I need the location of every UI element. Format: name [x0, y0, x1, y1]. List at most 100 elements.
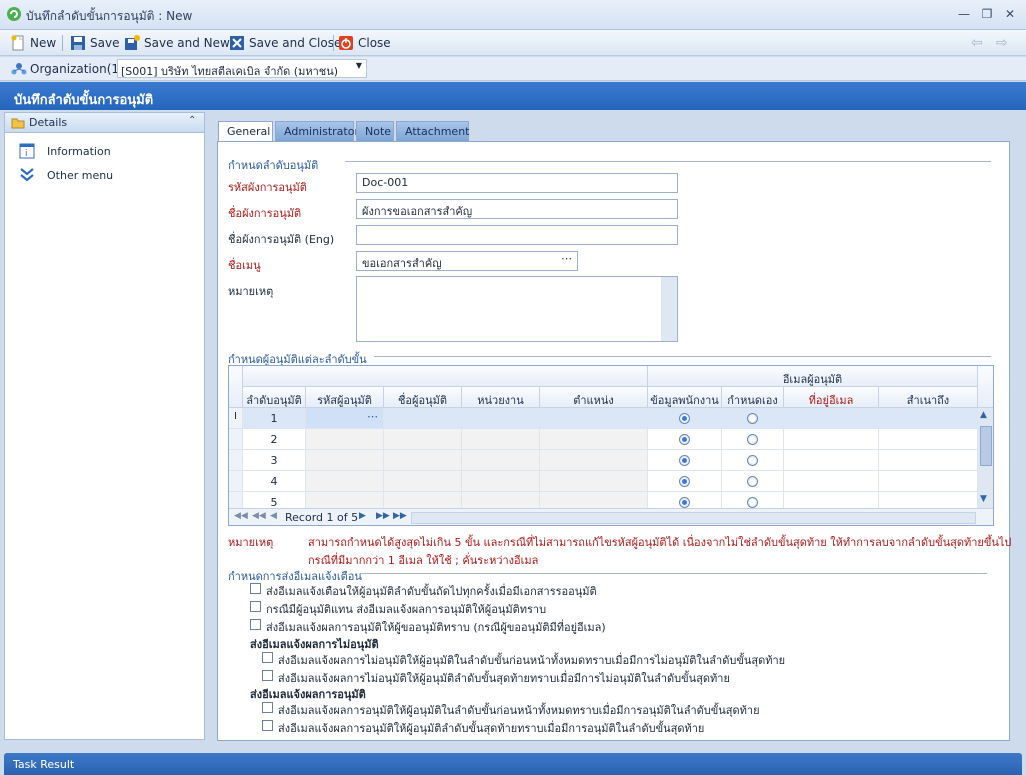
scroll-thumb[interactable] [980, 426, 992, 466]
tab-attachment[interactable]: Attachment [396, 121, 470, 141]
sidebar-item-information[interactable]: i Information [19, 142, 111, 160]
cell-approver-name[interactable] [384, 471, 462, 492]
last-record-icon[interactable]: ▶▶ [393, 511, 407, 521]
cell-email-address[interactable] [784, 450, 879, 471]
row-indicator[interactable] [229, 450, 243, 471]
close-window-icon[interactable]: ✕ [1001, 5, 1019, 23]
new-button[interactable]: New [10, 34, 56, 52]
ellipsis-icon[interactable]: ⋯ [367, 410, 378, 423]
col-header-custom[interactable]: กำหนดเอง [722, 387, 784, 408]
cell-approver-code[interactable] [306, 471, 384, 492]
cell-custom-radio[interactable] [722, 450, 784, 471]
radio-employee-data[interactable] [679, 497, 690, 508]
cell-email-address[interactable] [784, 471, 879, 492]
remark-scrollbar[interactable] [661, 277, 677, 341]
remark-textarea[interactable] [356, 276, 678, 342]
cell-cc[interactable] [879, 408, 978, 429]
cell-approver-name[interactable] [384, 450, 462, 471]
cell-position[interactable] [540, 408, 648, 429]
approve2-checkbox[interactable] [262, 720, 273, 731]
col-header-department[interactable]: หน่วยงาน [462, 387, 540, 408]
grid-horizontal-scrollbar[interactable] [411, 512, 976, 524]
cell-order[interactable]: 4 [243, 471, 306, 492]
cell-approver-code[interactable] [306, 429, 384, 450]
reject1-checkbox[interactable] [262, 652, 273, 663]
tab-administrator[interactable]: Administrator [275, 121, 359, 141]
cell-email-address[interactable] [784, 429, 879, 450]
back-arrow-icon[interactable]: ⇦ [971, 34, 983, 52]
sidebar-header[interactable]: Details ⌃ [5, 113, 204, 133]
cell-employee-data-radio[interactable] [648, 429, 722, 450]
save-button[interactable]: Save [70, 34, 119, 52]
radio-custom[interactable] [747, 476, 758, 487]
cell-department[interactable] [462, 429, 540, 450]
minimize-icon[interactable]: — [955, 5, 973, 23]
cell-employee-data-radio[interactable] [648, 408, 722, 429]
close-button[interactable]: Close [338, 34, 391, 52]
radio-employee-data[interactable] [679, 476, 690, 487]
grid-vertical-scrollbar[interactable]: ▲ ▼ [978, 408, 993, 508]
row-indicator[interactable]: I [229, 408, 243, 429]
task-result-bar[interactable]: Task Result [4, 753, 1022, 775]
scroll-up-icon[interactable]: ▲ [980, 410, 987, 420]
cell-order[interactable]: 1 [243, 408, 306, 429]
save-and-new-button[interactable]: Save and New [124, 34, 230, 52]
cell-approver-name[interactable] [384, 429, 462, 450]
cell-employee-data-radio[interactable] [648, 471, 722, 492]
col-header-approver-name[interactable]: ชื่อผู้อนุมัติ [384, 387, 462, 408]
cell-custom-radio[interactable] [722, 429, 784, 450]
cell-cc[interactable] [879, 450, 978, 471]
col-header-cc[interactable]: สำเนาถึง [879, 387, 978, 408]
cell-position[interactable] [540, 429, 648, 450]
forward-arrow-icon[interactable]: ⇨ [996, 34, 1008, 52]
email-opt2-checkbox[interactable] [250, 601, 261, 612]
radio-custom[interactable] [747, 497, 758, 508]
cell-approver-code[interactable] [306, 450, 384, 471]
col-header-employee-data[interactable]: ข้อมูลพนักงาน [648, 387, 722, 408]
scroll-down-icon[interactable]: ▼ [980, 494, 987, 504]
cell-custom-radio[interactable] [722, 471, 784, 492]
cell-cc[interactable] [879, 429, 978, 450]
name-eng-input[interactable] [356, 225, 678, 245]
name-input[interactable]: ผังการขอเอกสารสำคัญ [356, 199, 678, 219]
cell-department[interactable] [462, 471, 540, 492]
col-header-order[interactable]: ลำดับอนุมัติ [243, 387, 306, 408]
cell-cc[interactable] [879, 471, 978, 492]
col-header-position[interactable]: ตำแหน่ง [540, 387, 648, 408]
sidebar-item-other-menu[interactable]: Other menu [19, 166, 113, 184]
cell-position[interactable] [540, 471, 648, 492]
col-header-email-address[interactable]: ที่อยู่อีเมล [784, 387, 879, 408]
next-record-icon[interactable]: ▶ [359, 511, 366, 521]
cell-email-address[interactable] [784, 408, 879, 429]
collapse-icon[interactable]: ⌃ [188, 115, 196, 126]
ellipsis-icon[interactable]: ⋯ [561, 252, 572, 265]
radio-employee-data[interactable] [679, 434, 690, 445]
first-record-icon[interactable]: ◀◀ [234, 511, 248, 521]
radio-custom[interactable] [747, 455, 758, 466]
restore-icon[interactable]: ❐ [978, 5, 996, 23]
radio-employee-data[interactable] [679, 455, 690, 466]
tab-note[interactable]: Note [356, 121, 394, 141]
approve1-checkbox[interactable] [262, 702, 273, 713]
prev-record-icon[interactable]: ◀ [270, 511, 277, 521]
cell-order[interactable]: 2 [243, 429, 306, 450]
row-indicator[interactable] [229, 429, 243, 450]
radio-custom[interactable] [747, 434, 758, 445]
code-input[interactable]: Doc-001 [356, 173, 678, 193]
radio-employee-data[interactable] [679, 413, 690, 424]
save-and-close-button[interactable]: Save and Close [229, 34, 341, 52]
tab-general[interactable]: General [218, 121, 273, 142]
next-page-icon[interactable]: ▶▶ [376, 511, 390, 521]
cell-department[interactable] [462, 450, 540, 471]
cell-department[interactable] [462, 408, 540, 429]
col-header-approver-code[interactable]: รหัสผู้อนุมัติ [306, 387, 384, 408]
cell-approver-code[interactable]: ⋯ [306, 408, 384, 429]
cell-approver-name[interactable] [384, 408, 462, 429]
row-indicator[interactable] [229, 471, 243, 492]
reject2-checkbox[interactable] [262, 670, 273, 681]
cell-position[interactable] [540, 450, 648, 471]
menu-input[interactable]: ขอเอกสารสำคัญ ⋯ [356, 251, 578, 271]
cell-employee-data-radio[interactable] [648, 450, 722, 471]
cell-order[interactable]: 3 [243, 450, 306, 471]
organization-select[interactable]: [S001] บริษัท ไทยสตีลเคเบิล จำกัด (มหาชน… [117, 59, 367, 78]
